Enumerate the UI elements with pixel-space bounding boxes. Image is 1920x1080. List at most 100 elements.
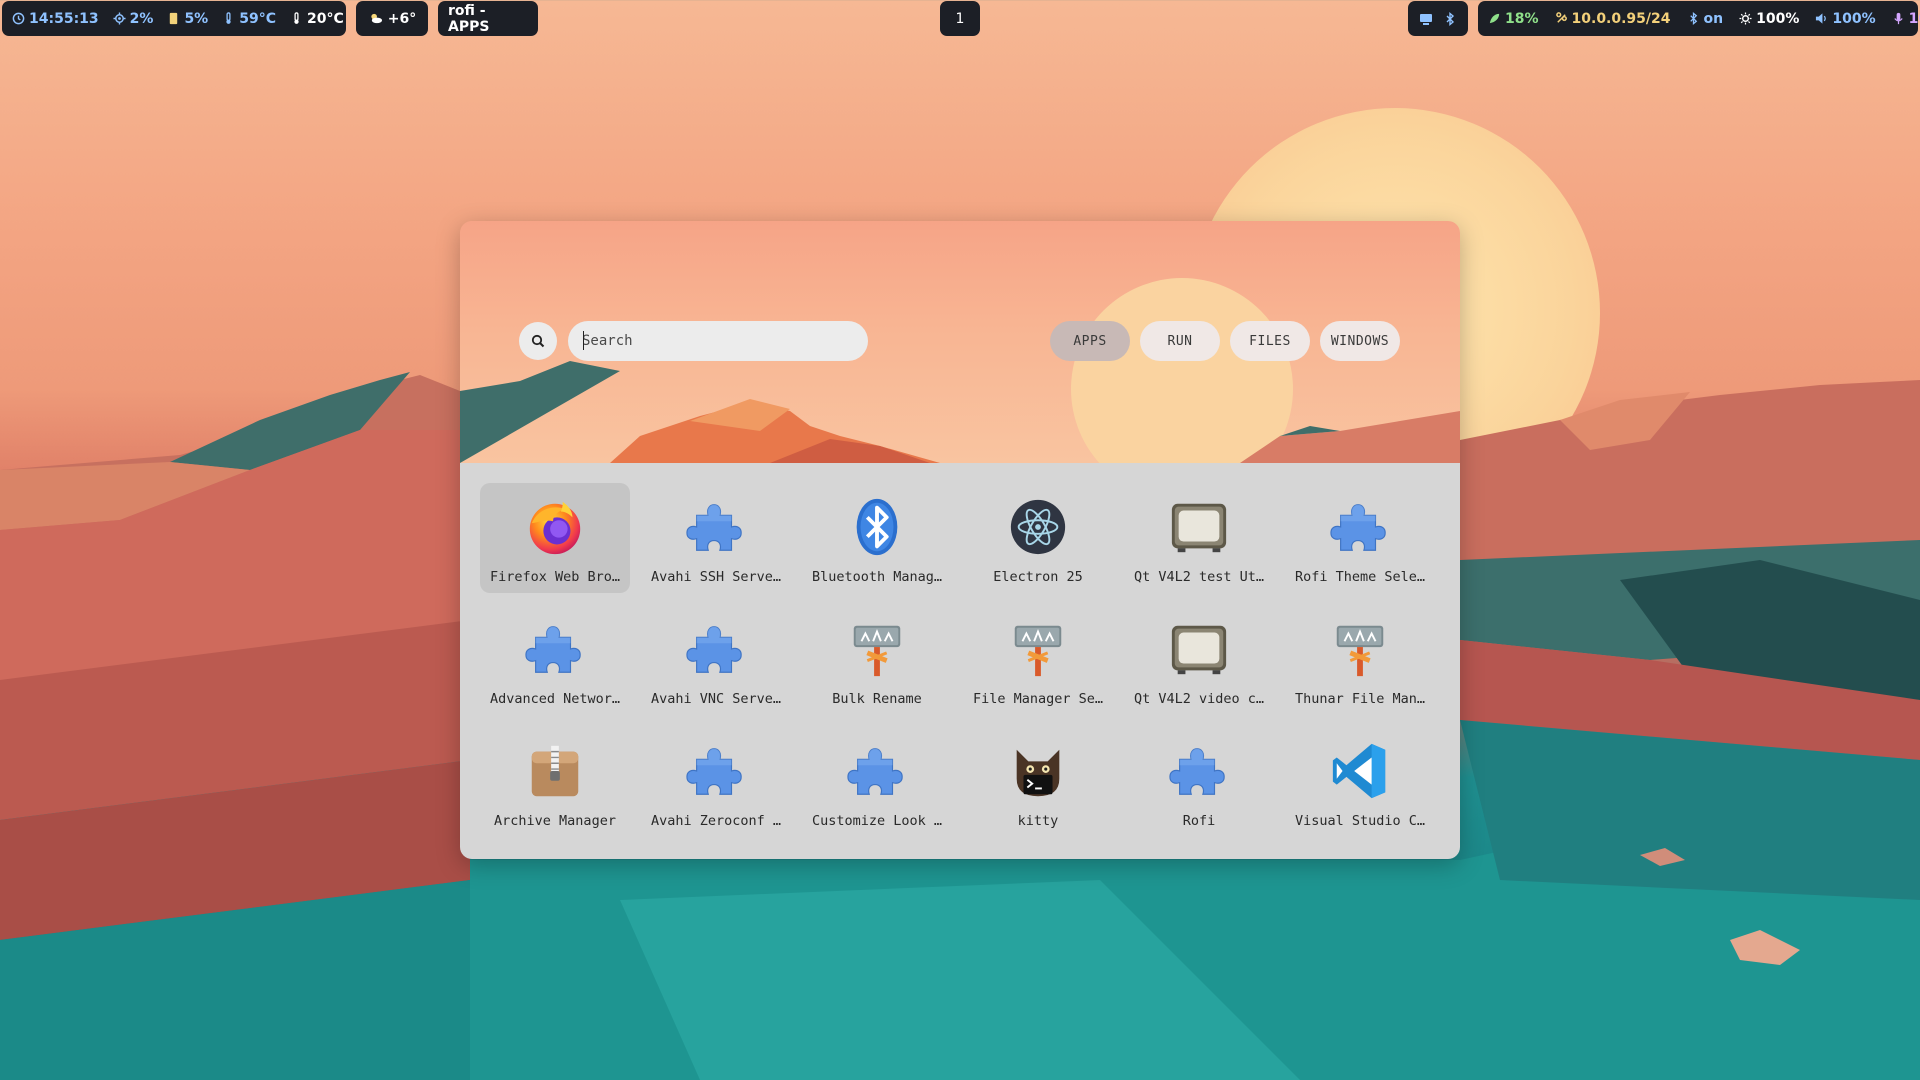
tray-icon[interactable] (1419, 12, 1433, 26)
search-button[interactable] (519, 322, 557, 360)
battery-module[interactable]: 18% (1488, 11, 1539, 27)
clock-text: 14:55:13 (29, 10, 99, 27)
launcher-header: APPS RUN FILES WINDOWS (460, 221, 1460, 463)
puzzle-icon (845, 739, 909, 803)
mode-apps-button[interactable]: APPS (1050, 321, 1130, 361)
app-label: Qt V4L2 video c… (1133, 691, 1265, 707)
window-title: rofi - APPS (448, 2, 490, 35)
network-icon (1555, 12, 1567, 23)
top-status-bar: 14:55:13 2% 5% 59°C 20°C +6° rofi - APPS… (0, 0, 1920, 38)
volume-text: 100% (1832, 10, 1876, 27)
brightness-text: 100% (1756, 10, 1800, 27)
microphone-text: 100% (1908, 10, 1920, 27)
app-item[interactable]: Advanced Networ… (480, 605, 630, 715)
app-item[interactable]: Qt V4L2 video c… (1124, 605, 1274, 715)
mode-run-button[interactable]: RUN (1140, 321, 1220, 361)
app-item[interactable]: Thunar File Man… (1285, 605, 1435, 715)
room-temp-module[interactable]: 20°C (290, 11, 344, 27)
app-label: Bulk Rename (832, 691, 922, 707)
app-item[interactable]: Rofi Theme Sele… (1285, 483, 1435, 593)
app-item[interactable]: Archive Manager (480, 727, 630, 837)
microphone-module[interactable]: 100% (1892, 11, 1920, 27)
system-stats-pill: 14:55:13 2% 5% 59°C 20°C (2, 1, 346, 36)
thunar-icon (1006, 617, 1070, 681)
cpu-text: 2% (129, 10, 154, 27)
app-item[interactable]: kitty (963, 727, 1113, 837)
puzzle-icon (684, 495, 748, 559)
bluetooth-text: on (1703, 10, 1724, 27)
clock-module[interactable]: 14:55:13 (12, 11, 99, 27)
memory-module[interactable]: 5% (167, 11, 208, 27)
app-item[interactable]: Bluetooth Manag… (802, 483, 952, 593)
app-label: Avahi Zeroconf … (650, 813, 782, 829)
puzzle-icon (1167, 739, 1231, 803)
weather-text: +6° (387, 10, 417, 27)
battery-icon (1489, 13, 1500, 24)
app-item[interactable]: Avahi SSH Serve… (641, 483, 791, 593)
bluetooth-icon (845, 495, 909, 559)
app-grid: Firefox Web Bro… Avahi SSH Serve… Bluetoot… (480, 483, 1440, 837)
app-label: File Manager Se… (972, 691, 1104, 707)
bluetooth-module[interactable]: on (1687, 10, 1724, 27)
room-temp-text: 20°C (306, 10, 344, 27)
tv-icon (1167, 617, 1231, 681)
app-label: Avahi SSH Serve… (650, 569, 782, 585)
app-label: Bluetooth Manag… (811, 569, 943, 585)
status-modules-pill: 18% 10.0.0.95/24 on 100% 100% 100% (1478, 1, 1920, 36)
search-input[interactable] (568, 321, 868, 361)
memory-icon (170, 12, 178, 25)
app-label: Thunar File Man… (1294, 691, 1426, 707)
tray-pill (1408, 1, 1468, 36)
cpu-temp-module[interactable]: 59°C (222, 11, 276, 27)
kitty-icon (1006, 739, 1070, 803)
app-item[interactable]: Qt V4L2 test Ut… (1124, 483, 1274, 593)
cpu-module[interactable]: 2% (113, 10, 154, 27)
thunar-icon (1328, 617, 1392, 681)
app-label: Avahi VNC Serve… (650, 691, 782, 707)
puzzle-icon (684, 617, 748, 681)
workspace-indicator[interactable]: 1 (940, 1, 980, 36)
workspace-number: 1 (955, 10, 965, 27)
app-label: Visual Studio C… (1294, 813, 1426, 829)
app-label: Customize Look … (811, 813, 943, 829)
app-item[interactable]: Avahi VNC Serve… (641, 605, 791, 715)
firefox-icon (523, 495, 587, 559)
app-label: kitty (1017, 813, 1059, 829)
app-item[interactable]: Customize Look … (802, 727, 952, 837)
thunar-icon (845, 617, 909, 681)
app-item[interactable]: Avahi Zeroconf … (641, 727, 791, 837)
app-item[interactable]: File Manager Se… (963, 605, 1113, 715)
battery-text: 18% (1505, 10, 1539, 27)
network-module[interactable]: 10.0.0.95/24 (1555, 11, 1671, 27)
app-item[interactable]: Electron 25 (963, 483, 1113, 593)
app-item[interactable]: Visual Studio C… (1285, 727, 1435, 837)
volume-icon (1816, 13, 1827, 24)
volume-module[interactable]: 100% (1815, 10, 1876, 27)
thermometer-icon (226, 12, 231, 24)
brightness-icon (1739, 12, 1752, 25)
app-label: Firefox Web Bro… (489, 569, 621, 585)
memory-text: 5% (184, 10, 209, 27)
archive-icon (523, 739, 587, 803)
app-item[interactable]: Firefox Web Bro… (480, 483, 630, 593)
tv-icon (1167, 495, 1231, 559)
app-label: Qt V4L2 test Ut… (1133, 569, 1265, 585)
weather-icon (371, 13, 382, 24)
mode-files-button[interactable]: FILES (1230, 321, 1310, 361)
brightness-module[interactable]: 100% (1739, 11, 1799, 27)
rofi-launcher-window: APPS RUN FILES WINDOWS Firefox Web Bro… A… (460, 221, 1460, 859)
network-text: 10.0.0.95/24 (1571, 10, 1671, 27)
clock-icon (12, 12, 25, 25)
weather-pill[interactable]: +6° (356, 1, 428, 36)
thermometer-icon (294, 12, 299, 24)
app-label: Rofi Theme Sele… (1294, 569, 1426, 585)
bluetooth-icon[interactable] (1443, 11, 1457, 26)
app-item[interactable]: Bulk Rename (802, 605, 952, 715)
puzzle-icon (523, 617, 587, 681)
mode-windows-button[interactable]: WINDOWS (1320, 321, 1400, 361)
app-item[interactable]: Rofi (1124, 727, 1274, 837)
app-label: Advanced Networ… (489, 691, 621, 707)
app-label: Electron 25 (993, 569, 1083, 585)
cpu-icon (113, 12, 126, 25)
app-label: Archive Manager (494, 813, 616, 829)
